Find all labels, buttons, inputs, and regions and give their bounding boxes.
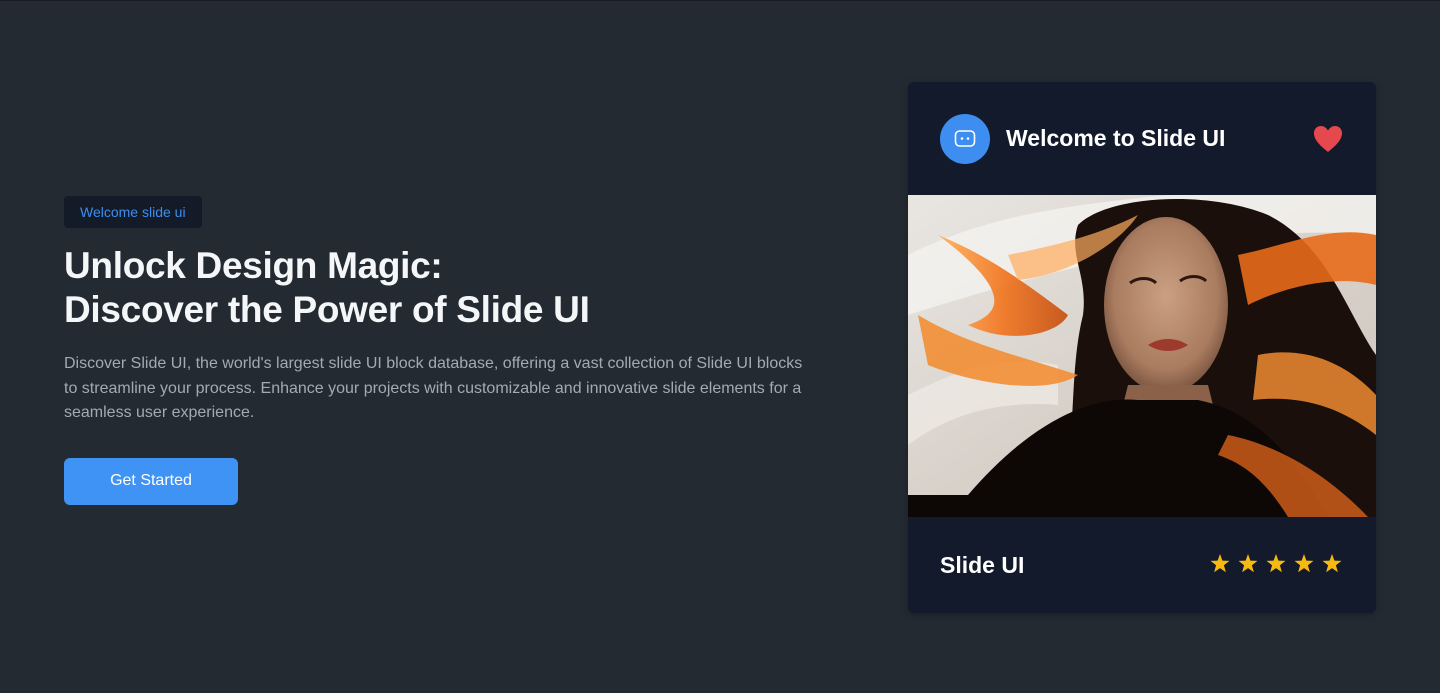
page: Welcome slide ui Unlock Design Magic: Di… (0, 0, 1440, 693)
hero-title-line-2: Discover the Power of Slide UI (64, 289, 590, 330)
avatar (940, 114, 990, 164)
portrait-illustration (908, 195, 1376, 517)
card-title: Welcome to Slide UI (1006, 125, 1226, 151)
star-icon (1238, 554, 1258, 573)
star-rating (1210, 554, 1342, 573)
portrait-image (908, 195, 1376, 517)
profile-card: Welcome to Slide UI Slide UI (908, 82, 1376, 613)
star-icon (1294, 554, 1314, 573)
heart-icon (1314, 126, 1342, 152)
card-footer: Slide UI (908, 517, 1376, 613)
hero-section: Welcome slide ui Unlock Design Magic: Di… (64, 196, 824, 505)
card-header: Welcome to Slide UI (908, 82, 1376, 195)
favorite-button[interactable] (1312, 124, 1344, 154)
chat-bubble-icon (954, 130, 976, 147)
star-icon (1266, 554, 1286, 573)
hero-title: Unlock Design Magic: Discover the Power … (64, 244, 824, 332)
star-icon (1322, 554, 1342, 573)
card-name: Slide UI (940, 552, 1025, 578)
hero-title-line-1: Unlock Design Magic: (64, 245, 443, 286)
welcome-badge: Welcome slide ui (64, 196, 202, 228)
star-icon (1210, 554, 1230, 573)
get-started-button[interactable]: Get Started (64, 457, 238, 505)
hero-description: Discover Slide UI, the world's largest s… (64, 355, 803, 421)
